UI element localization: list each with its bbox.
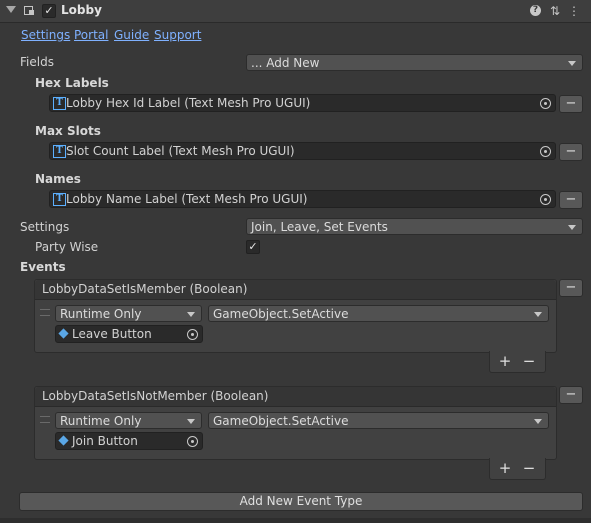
footer-divider <box>0 518 591 523</box>
settings-dropdown-value: Join, Leave, Set Events <box>251 220 388 234</box>
remove-hex-labels-button[interactable]: − <box>559 95 583 113</box>
link-settings[interactable]: Settings <box>21 28 70 42</box>
component-enabled-checkbox[interactable]: ✓ <box>42 4 56 18</box>
event-title: LobbyDataSetIsMember (Boolean) <box>35 280 556 300</box>
gameobject-icon <box>58 435 69 446</box>
add-listener-button[interactable]: + <box>495 351 515 371</box>
link-guide[interactable]: Guide <box>114 28 149 42</box>
chevron-down-icon <box>568 225 576 230</box>
target-icon[interactable] <box>540 194 551 205</box>
text-mesh-pro-icon: T <box>53 193 66 206</box>
names-object-field[interactable]: T Lobby Name Label (Text Mesh Pro UGUI) <box>49 190 556 208</box>
group-title-max-slots: Max Slots <box>35 124 101 138</box>
group-title-hex-labels: Hex Labels <box>35 76 109 90</box>
party-wise-checkbox[interactable]: ✓ <box>246 240 260 254</box>
function-dropdown[interactable]: GameObject.SetActive <box>208 305 549 322</box>
target-icon[interactable] <box>540 98 551 109</box>
remove-listener-button[interactable]: − <box>519 351 539 371</box>
settings-label: Settings <box>20 220 70 234</box>
chevron-down-icon <box>568 61 576 66</box>
event-title: LobbyDataSetIsNotMember (Boolean) <box>35 387 556 407</box>
fields-label: Fields <box>20 55 54 69</box>
group-title-names: Names <box>35 172 81 186</box>
event-object-value: Join Button <box>72 434 138 448</box>
party-wise-label: Party Wise <box>35 240 99 254</box>
runtime-dropdown[interactable]: Runtime Only <box>55 305 202 322</box>
add-listener-button[interactable]: + <box>495 458 515 478</box>
runtime-dropdown[interactable]: Runtime Only <box>55 412 202 429</box>
event-listener-controls: + − <box>489 458 546 480</box>
presets-icon[interactable]: ⇅ <box>548 4 562 18</box>
target-icon[interactable] <box>187 436 198 447</box>
event-object-field[interactable]: Leave Button <box>55 325 203 343</box>
remove-max-slots-button[interactable]: − <box>559 143 583 161</box>
foldout-arrow-icon[interactable] <box>6 6 16 13</box>
event-object-value: Leave Button <box>72 327 152 341</box>
link-portal[interactable]: Portal <box>74 28 108 42</box>
function-value: GameObject.SetActive <box>213 414 349 428</box>
link-support[interactable]: Support <box>154 28 201 42</box>
fields-add-dropdown[interactable]: ... Add New <box>246 54 583 71</box>
events-label: Events <box>20 260 66 274</box>
drag-handle-icon[interactable] <box>40 309 50 316</box>
remove-event-button[interactable]: − <box>559 386 583 404</box>
event-listener-controls: + − <box>489 351 546 373</box>
help-icon[interactable]: ? <box>530 5 541 16</box>
chevron-down-icon <box>534 419 542 424</box>
runtime-value: Runtime Only <box>60 414 142 428</box>
function-value: GameObject.SetActive <box>213 307 349 321</box>
script-icon <box>24 6 34 15</box>
function-dropdown[interactable]: GameObject.SetActive <box>208 412 549 429</box>
add-new-event-type-button[interactable]: Add New Event Type <box>19 492 583 511</box>
remove-names-button[interactable]: − <box>559 191 583 209</box>
remove-listener-button[interactable]: − <box>519 458 539 478</box>
chevron-down-icon <box>534 312 542 317</box>
max-slots-value: Slot Count Label (Text Mesh Pro UGUI) <box>66 144 295 158</box>
hex-labels-object-field[interactable]: T Lobby Hex Id Label (Text Mesh Pro UGUI… <box>49 94 556 112</box>
remove-event-button[interactable]: − <box>559 279 583 297</box>
hex-labels-value: Lobby Hex Id Label (Text Mesh Pro UGUI) <box>66 96 311 110</box>
names-value: Lobby Name Label (Text Mesh Pro UGUI) <box>66 192 308 206</box>
runtime-value: Runtime Only <box>60 307 142 321</box>
fields-dropdown-value: ... Add New <box>251 56 320 70</box>
text-mesh-pro-icon: T <box>53 145 66 158</box>
gameobject-icon <box>58 328 69 339</box>
component-title: Lobby <box>61 3 102 17</box>
more-icon[interactable]: ⋮ <box>567 4 581 18</box>
target-icon[interactable] <box>540 146 551 157</box>
drag-handle-icon[interactable] <box>40 416 50 423</box>
max-slots-object-field[interactable]: T Slot Count Label (Text Mesh Pro UGUI) <box>49 142 556 160</box>
chevron-down-icon <box>187 312 195 317</box>
text-mesh-pro-icon: T <box>53 97 66 110</box>
target-icon[interactable] <box>187 329 198 340</box>
settings-dropdown[interactable]: Join, Leave, Set Events <box>246 218 583 235</box>
chevron-down-icon <box>187 419 195 424</box>
event-object-field[interactable]: Join Button <box>55 432 203 450</box>
